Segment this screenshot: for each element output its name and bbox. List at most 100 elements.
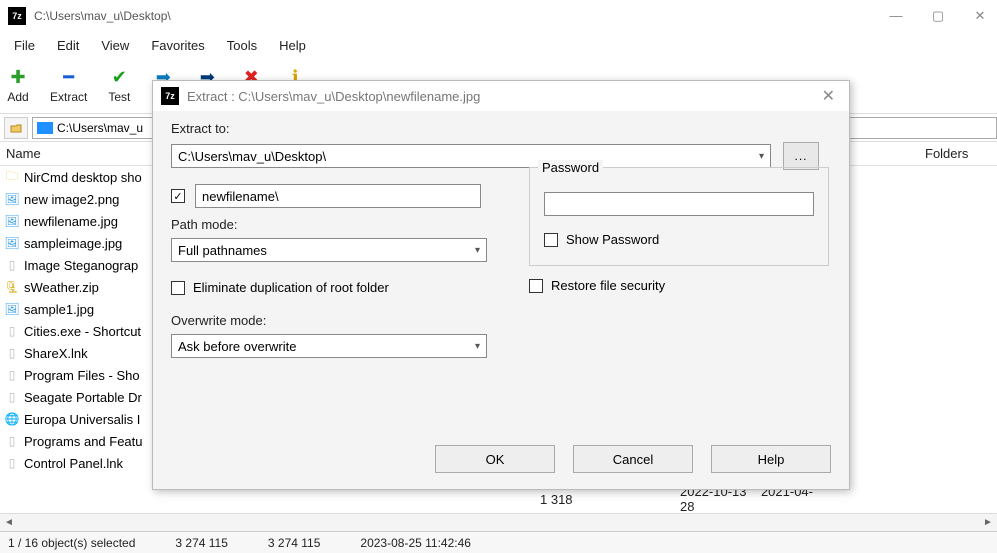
list-item[interactable]: 🖼 sample1.jpg: [0, 298, 160, 320]
image-icon: 🖼: [4, 191, 20, 207]
list-item[interactable]: 🌐Europa Universalis I: [0, 408, 160, 430]
chevron-down-icon: ▾: [759, 151, 764, 162]
menu-tools[interactable]: Tools: [217, 34, 267, 57]
path-mode-label: Path mode:: [171, 217, 501, 232]
menu-edit[interactable]: Edit: [47, 34, 89, 57]
maximize-button[interactable]: ▢: [929, 8, 947, 24]
eliminate-dup-checkbox[interactable]: [171, 281, 185, 295]
image-icon: 🖼: [4, 213, 20, 229]
file-name: new image2.png: [24, 192, 119, 207]
list-item[interactable]: 🖼sampleimage.jpg: [0, 232, 160, 254]
dialog-app-icon: 7z: [161, 87, 179, 105]
scroll-left-icon[interactable]: ◄: [0, 515, 18, 531]
extract-to-combo[interactable]: C:\Users\mav_u\Desktop\ ▾: [171, 144, 771, 168]
extract-to-value: C:\Users\mav_u\Desktop\: [178, 149, 326, 164]
list-item[interactable]: ▯Image Steganograp: [0, 254, 160, 276]
minimize-button[interactable]: —: [887, 8, 905, 24]
partial-row: 1 318 2022-10-13 2021-04-28: [0, 490, 997, 508]
cancel-button[interactable]: Cancel: [573, 445, 693, 473]
file-icon: ▯: [4, 345, 20, 361]
column-folders[interactable]: Folders: [925, 146, 997, 161]
subfolder-checkbox[interactable]: ✓: [171, 189, 185, 203]
list-item[interactable]: 🖼 newfilename.jpg: [0, 210, 160, 232]
subfolder-input[interactable]: newfilename\: [195, 184, 481, 208]
help-button[interactable]: Help: [711, 445, 831, 473]
list-item[interactable]: ▯Cities.exe - Shortcut: [0, 320, 160, 342]
file-name: Control Panel.lnk: [24, 456, 123, 471]
list-item[interactable]: 🖼 new image2.png: [0, 188, 160, 210]
file-icon: ▯: [4, 389, 20, 405]
browse-button[interactable]: ...: [783, 142, 819, 170]
close-button[interactable]: ✕: [971, 8, 989, 24]
overwrite-value: Ask before overwrite: [178, 339, 297, 354]
file-name: Programs and Featu: [24, 434, 143, 449]
file-name: newfilename.jpg: [24, 214, 118, 229]
menu-help[interactable]: Help: [269, 34, 316, 57]
list-item[interactable]: 🗀 NirCmd desktop sho: [0, 166, 160, 188]
file-icon: ▯: [4, 323, 20, 339]
overwrite-mode-combo[interactable]: Ask before overwrite ▾: [171, 334, 487, 358]
partial-size: 1 318: [540, 492, 680, 507]
path-text: C:\Users\mav_u: [57, 121, 143, 135]
menu-view[interactable]: View: [91, 34, 139, 57]
status-size2: 3 274 115: [268, 536, 321, 550]
chevron-down-icon: ▾: [475, 341, 480, 352]
password-label: Password: [538, 160, 603, 175]
file-icon: ▯: [4, 367, 20, 383]
test-button[interactable]: ✔ Test: [107, 68, 131, 104]
folder-icon: 🗀: [4, 169, 20, 185]
ok-button[interactable]: OK: [435, 445, 555, 473]
dialog-titlebar: 7z Extract : C:\Users\mav_u\Desktop\newf…: [153, 81, 849, 111]
file-name: sWeather.zip: [24, 280, 99, 295]
password-input[interactable]: [544, 192, 814, 216]
up-button[interactable]: [4, 117, 28, 139]
restore-security-checkbox[interactable]: [529, 279, 543, 293]
file-name: Program Files - Sho: [24, 368, 140, 383]
list-item[interactable]: ▯ ShareX.lnk: [0, 342, 160, 364]
minus-icon: ━: [57, 68, 81, 88]
file-name: Seagate Portable Dr: [24, 390, 142, 405]
add-button[interactable]: ✚ Add: [6, 68, 30, 104]
eliminate-dup-label: Eliminate duplication of root folder: [193, 280, 389, 295]
file-name: sample1.jpg: [24, 302, 94, 317]
menu-favorites[interactable]: Favorites: [141, 34, 214, 57]
file-name: Europa Universalis I: [24, 412, 140, 427]
extract-label: Extract: [50, 90, 87, 104]
file-name: NirCmd desktop sho: [24, 170, 142, 185]
file-name: sampleimage.jpg: [24, 236, 122, 251]
list-item[interactable]: ▯ Programs and Featu: [0, 430, 160, 452]
file-list: 🗀 NirCmd desktop sho 🖼 new image2.png 🖼 newfi…: [0, 166, 160, 506]
main-titlebar: 7z C:\Users\mav_u\Desktop\ — ▢ ✕: [0, 0, 997, 32]
zip-icon: 🗜: [4, 279, 20, 295]
status-size1: 3 274 115: [175, 536, 228, 550]
horizontal-scrollbar[interactable]: ◄ ►: [0, 513, 997, 531]
file-name: Image Steganograp: [24, 258, 138, 273]
subfolder-value: newfilename\: [202, 189, 279, 204]
show-password-checkbox[interactable]: [544, 233, 558, 247]
show-password-label: Show Password: [566, 232, 659, 247]
status-datetime: 2023-08-25 11:42:46: [360, 536, 471, 550]
check-icon: ✔: [107, 68, 131, 88]
file-name: ShareX.lnk: [24, 346, 88, 361]
list-item[interactable]: 🗜 sWeather.zip: [0, 276, 160, 298]
status-bar: 1 / 16 object(s) selected 3 274 115 3 27…: [0, 531, 997, 553]
dialog-close-button[interactable]: ✕: [816, 86, 841, 106]
window-title: C:\Users\mav_u\Desktop\: [34, 9, 171, 23]
chevron-down-icon: ▾: [475, 245, 480, 256]
status-selection: 1 / 16 object(s) selected: [8, 536, 135, 550]
overwrite-mode-label: Overwrite mode:: [171, 313, 501, 328]
extract-to-label: Extract to:: [171, 121, 831, 136]
extract-button[interactable]: ━ Extract: [50, 68, 87, 104]
folder-up-icon: [10, 122, 22, 134]
file-icon: ▯: [4, 455, 20, 471]
scroll-right-icon[interactable]: ►: [979, 515, 997, 531]
list-item[interactable]: ▯ Program Files - Sho: [0, 364, 160, 386]
menu-file[interactable]: File: [4, 34, 45, 57]
add-label: Add: [7, 90, 28, 104]
path-mode-value: Full pathnames: [178, 243, 267, 258]
path-mode-combo[interactable]: Full pathnames ▾: [171, 238, 487, 262]
list-item[interactable]: ▯ Control Panel.lnk: [0, 452, 160, 474]
list-item[interactable]: ▯ Seagate Portable Dr: [0, 386, 160, 408]
file-icon: ▯: [4, 433, 20, 449]
image-icon: 🖼: [4, 301, 20, 317]
